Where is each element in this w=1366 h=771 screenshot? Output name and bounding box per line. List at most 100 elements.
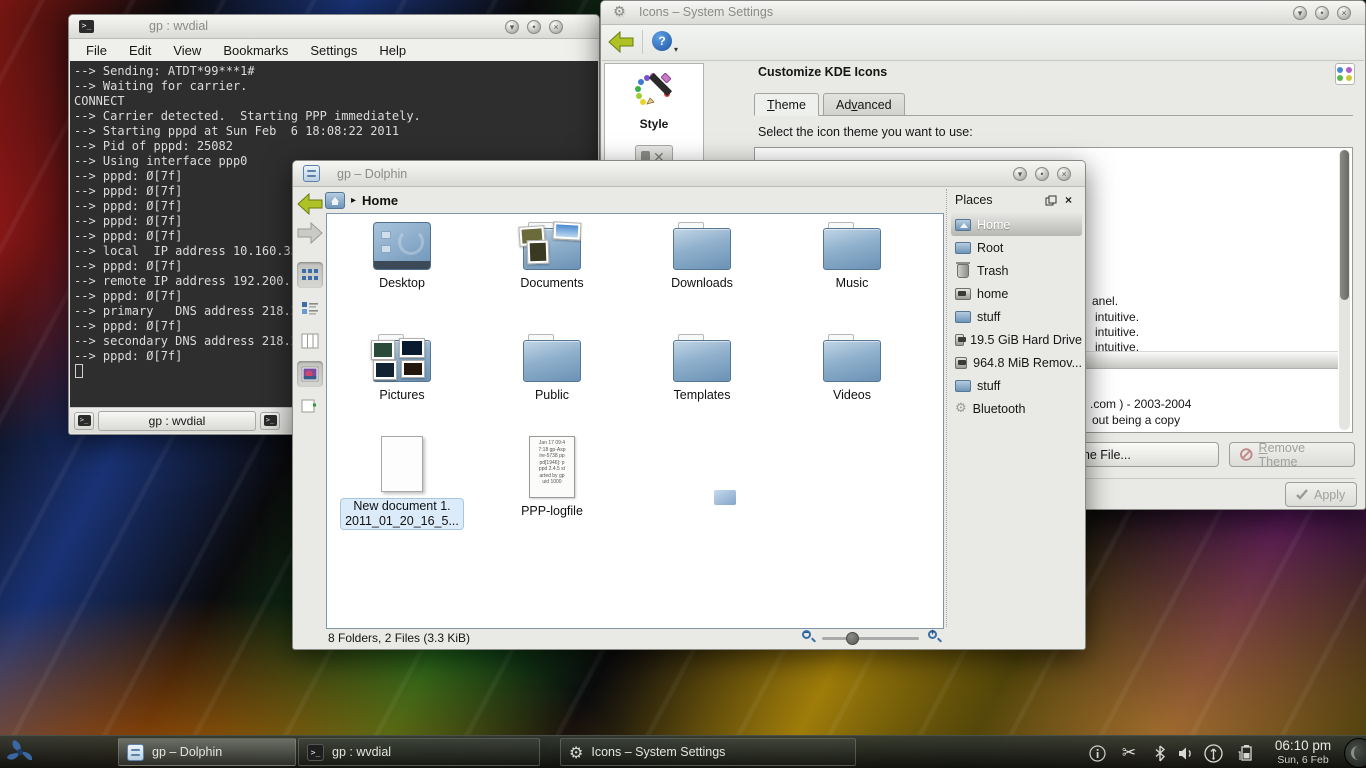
folder-item-downloads[interactable]: Downloads xyxy=(637,222,767,291)
klipper-scissors-icon[interactable]: ✂ xyxy=(1119,743,1139,763)
task-system-settings[interactable]: ⚙ Icons – System Settings xyxy=(560,738,856,766)
window-title: Icons – System Settings xyxy=(639,5,773,19)
remove-theme-button[interactable]: Remove Theme xyxy=(1229,442,1355,467)
theme-description: .com ) - 2003-2004 xyxy=(1090,397,1191,411)
file-item-ppp-logfile[interactable]: Jan 17 09:4 7:18 gp-Asp ire-5738 pp pd[1… xyxy=(487,436,617,519)
menu-edit[interactable]: Edit xyxy=(129,43,151,58)
close-panel-icon[interactable]: × xyxy=(1065,193,1072,207)
places-item-hard-drive[interactable]: 19.5 GiB Hard Drive xyxy=(951,328,1082,351)
stray-thumbnail xyxy=(714,490,736,505)
launcher-button[interactable] xyxy=(4,738,38,766)
apply-button[interactable]: Apply xyxy=(1285,482,1357,507)
zoom-out-icon[interactable]: – xyxy=(802,630,816,644)
details-view-button[interactable] xyxy=(297,295,323,321)
selected-item-label: New document 1.2011_01_20_16_5... xyxy=(340,498,464,530)
zoom-in-icon[interactable]: + xyxy=(928,630,942,644)
minimize-button[interactable]: ▾ xyxy=(1293,6,1307,20)
item-label: PPP-logfile xyxy=(487,504,617,519)
desktop-folder-icon xyxy=(373,222,431,270)
back-icon[interactable] xyxy=(297,193,323,215)
split-view-button[interactable] xyxy=(297,394,323,420)
places-panel: Places × Home Root Trash home stuff 19.5… xyxy=(946,189,1082,627)
breadcrumb-separator: ▸ xyxy=(351,195,356,206)
columns-view-button[interactable] xyxy=(297,328,323,354)
task-dolphin[interactable]: gp – Dolphin xyxy=(118,738,296,766)
scrollbar-thumb[interactable] xyxy=(1340,150,1349,300)
text-preview-icon: Jan 17 09:4 7:18 gp-Asp ire-5738 pp pd[1… xyxy=(529,436,575,498)
icons-view-button[interactable] xyxy=(297,262,323,288)
maximize-button[interactable]: • xyxy=(1315,6,1329,20)
sidebar-item-style[interactable]: Style xyxy=(605,64,703,131)
menu-settings[interactable]: Settings xyxy=(310,43,357,58)
item-label: Videos xyxy=(787,388,917,403)
zoom-slider[interactable] xyxy=(822,637,919,640)
folder-item-documents[interactable]: Documents xyxy=(487,222,617,291)
minimize-button[interactable]: ▾ xyxy=(505,20,519,34)
minimize-button[interactable]: ▾ xyxy=(1013,167,1027,181)
menu-bookmarks[interactable]: Bookmarks xyxy=(223,43,288,58)
volume-icon[interactable] xyxy=(1176,743,1196,763)
places-item-stuff[interactable]: stuff xyxy=(951,305,1082,328)
places-item-removable[interactable]: 964.8 MiB Remov... xyxy=(951,351,1082,374)
places-item-home[interactable]: Home xyxy=(951,213,1082,236)
maximize-button[interactable]: • xyxy=(1035,167,1049,181)
digital-clock[interactable]: 06:10 pm Sun, 6 Feb xyxy=(1264,738,1342,766)
preview-button[interactable] xyxy=(297,361,323,387)
item-label: Desktop xyxy=(337,276,467,291)
forward-icon[interactable] xyxy=(297,222,323,244)
close-button[interactable]: × xyxy=(1057,167,1071,181)
folder-view[interactable]: Desktop Documents Downloads Music xyxy=(326,213,944,629)
close-button[interactable]: × xyxy=(1337,6,1351,20)
places-item-home-drive[interactable]: home xyxy=(951,282,1082,305)
places-item-trash[interactable]: Trash xyxy=(951,259,1082,282)
trash-icon xyxy=(957,264,969,278)
folder-icon xyxy=(955,380,971,392)
maximize-button[interactable]: • xyxy=(527,20,541,34)
settings-titlebar[interactable]: ⚙ ⚙ Icons – System Settings ▾ • × xyxy=(601,1,1365,25)
menu-view[interactable]: View xyxy=(173,43,201,58)
tab-advanced[interactable]: Advanced xyxy=(823,93,905,116)
terminal-tab[interactable]: gp : wvdial xyxy=(98,411,256,431)
float-panel-icon[interactable] xyxy=(1045,195,1057,206)
tab-list-button[interactable]: >_ xyxy=(260,412,280,430)
new-tab-button[interactable]: >_ xyxy=(74,412,94,430)
item-label: Templates xyxy=(637,388,767,403)
places-item-root[interactable]: Root xyxy=(951,236,1082,259)
theme-description: out being a copy xyxy=(1092,413,1180,427)
battery-icon[interactable] xyxy=(1235,743,1255,763)
menu-help[interactable]: Help xyxy=(379,43,406,58)
overview-icon[interactable] xyxy=(1335,63,1355,85)
home-folder-icon[interactable] xyxy=(325,192,345,209)
menu-file[interactable]: File xyxy=(86,43,107,58)
folder-item-videos[interactable]: Videos xyxy=(787,334,917,403)
folder-item-desktop[interactable]: Desktop xyxy=(337,222,467,291)
dolphin-titlebar[interactable]: gp – Dolphin ▾ • × xyxy=(293,161,1085,187)
folder-item-templates[interactable]: Templates xyxy=(637,334,767,403)
zoom-slider-handle[interactable] xyxy=(846,632,859,645)
task-wvdial[interactable]: >_ gp : wvdial xyxy=(298,738,540,766)
folder-item-public[interactable]: Public xyxy=(487,334,617,403)
close-button[interactable]: × xyxy=(549,20,563,34)
usb-device-icon[interactable] xyxy=(1203,743,1223,763)
help-icon[interactable]: ? xyxy=(652,31,672,51)
folder-item-music[interactable]: Music xyxy=(787,222,917,291)
terminal-titlebar[interactable]: >_ gp : wvdial ▾ • × xyxy=(69,15,599,39)
places-item-stuff-2[interactable]: stuff xyxy=(951,374,1082,397)
back-icon[interactable] xyxy=(608,31,634,53)
status-bar: 8 Folders, 2 Files (3.3 KiB) – + xyxy=(294,627,1084,648)
folder-item-pictures[interactable]: Pictures xyxy=(337,334,467,403)
sidebar-item-label: Style xyxy=(605,117,703,131)
bluetooth-icon[interactable] xyxy=(1150,743,1170,763)
remove-icon xyxy=(1240,448,1253,461)
check-icon xyxy=(1296,489,1308,500)
places-item-bluetooth[interactable]: ⚙Bluetooth xyxy=(951,397,1082,420)
chevron-down-icon[interactable]: ▾ xyxy=(674,45,678,54)
notifications-icon[interactable] xyxy=(1087,743,1107,763)
terminal-cursor xyxy=(75,364,83,378)
gear-icon: ⚙ xyxy=(613,4,626,20)
breadcrumb-home[interactable]: Home xyxy=(362,193,398,208)
tab-theme[interactable]: Theme xyxy=(754,93,819,116)
scrollbar[interactable] xyxy=(1339,150,1350,430)
panel-cashew-icon[interactable] xyxy=(1344,738,1366,768)
file-item-new-document[interactable]: New document 1.2011_01_20_16_5... xyxy=(337,436,467,530)
